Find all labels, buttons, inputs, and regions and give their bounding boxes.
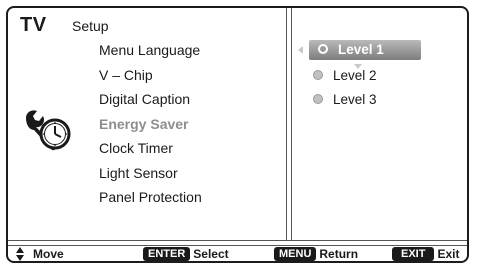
option-label: Level 1: [338, 42, 384, 57]
wrench-clock-icon: [26, 110, 71, 151]
tv-title: TV: [20, 14, 47, 36]
pane-divider-inner: [291, 8, 292, 240]
footer-exit: EXIT Exit: [392, 247, 459, 262]
setup-menu-list: Menu Language V – Chip Digital Caption E…: [99, 38, 202, 210]
pane-divider: [286, 8, 287, 240]
exit-key-icon: EXIT: [392, 247, 435, 261]
footer-bar: Move ENTER Select MENU Return EXIT Exit: [8, 246, 467, 263]
menu-item-energy-saver[interactable]: Energy Saver: [99, 112, 202, 137]
setup-title: Setup: [72, 18, 109, 34]
option-level-3[interactable]: Level 3: [313, 90, 377, 110]
up-down-arrow-icon: [16, 247, 25, 261]
footer-divider: [8, 240, 467, 241]
menu-item-light-sensor[interactable]: Light Sensor: [99, 161, 202, 186]
footer-return: MENU Return: [274, 247, 358, 262]
osd-frame: TV Setup Menu Language V – Chip Digital …: [6, 6, 469, 263]
footer-return-label: Return: [319, 247, 359, 261]
menu-item-menu-language[interactable]: Menu Language: [99, 38, 202, 63]
radio-icon: [313, 70, 323, 81]
menu-key-icon: MENU: [274, 247, 317, 261]
menu-item-v-chip[interactable]: V – Chip: [99, 63, 202, 88]
menu-item-clock-timer[interactable]: Clock Timer: [99, 136, 202, 161]
radio-selected-icon: [318, 44, 328, 55]
menu-item-panel-protection[interactable]: Panel Protection: [99, 185, 202, 210]
arrow-left-icon: [298, 46, 303, 54]
radio-icon: [313, 94, 323, 105]
option-level-2[interactable]: Level 2: [313, 66, 377, 86]
footer-move: Move: [16, 247, 64, 262]
option-label: Level 3: [333, 92, 377, 107]
footer-select-label: Select: [193, 247, 229, 261]
footer-select: ENTER Select: [143, 247, 229, 262]
menu-item-digital-caption[interactable]: Digital Caption: [99, 87, 202, 112]
option-label: Level 2: [333, 68, 377, 83]
footer-exit-label: Exit: [437, 247, 460, 261]
menu-pane: TV Setup Menu Language V – Chip Digital …: [8, 8, 287, 240]
footer-move-label: Move: [33, 247, 64, 261]
enter-key-icon: ENTER: [143, 247, 191, 261]
option-level-1[interactable]: Level 1: [309, 40, 421, 60]
